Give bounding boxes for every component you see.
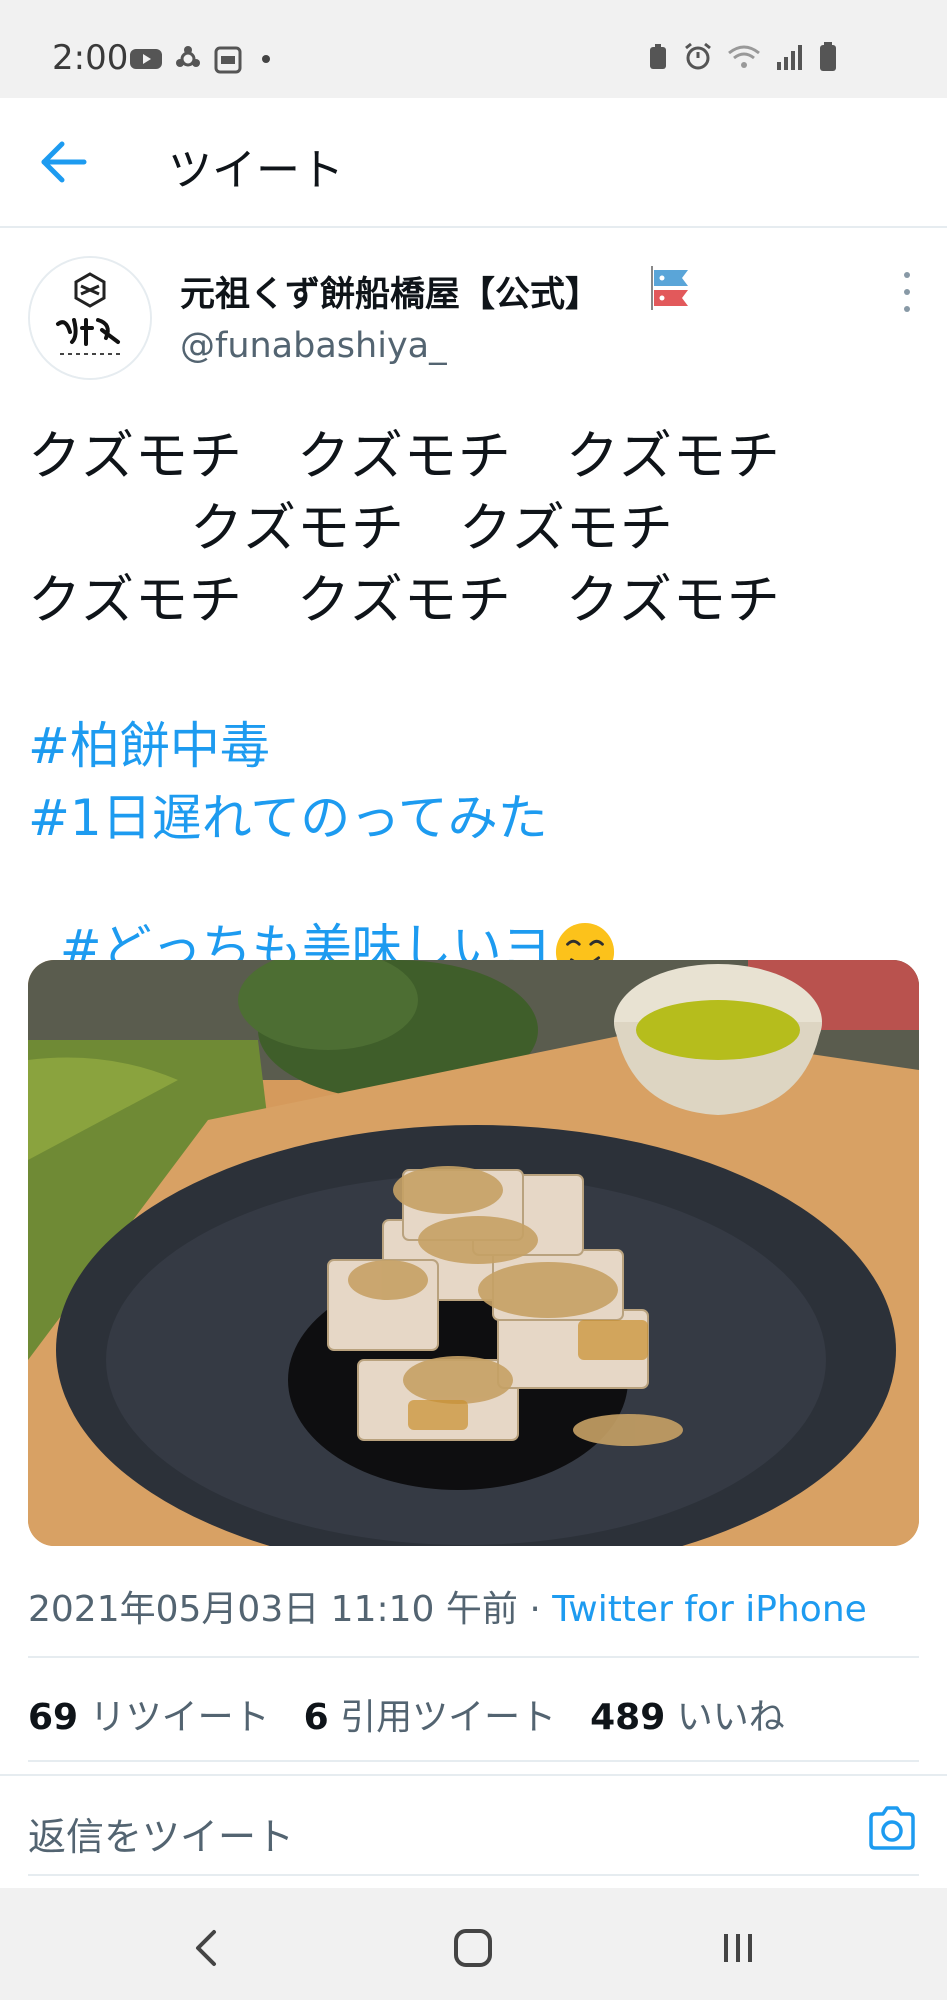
tweet-meta: 2021年05月03日 11:10 午前 · Twitter for iPhon… [28, 1580, 867, 1632]
retweets-count: 69 [28, 1697, 79, 1738]
meta-separator: · [517, 1589, 553, 1630]
quote-tweets-label: 引用ツイート [340, 1697, 557, 1738]
tweet-header: ツイート [0, 98, 947, 228]
youtube-icon [130, 49, 162, 69]
hashtag-link[interactable]: #1日遅れてのってみた [28, 778, 548, 850]
status-bar: 2:00 [0, 0, 947, 98]
tweet-source-link[interactable]: Twitter for iPhone [552, 1589, 867, 1630]
retweets-label: リツイート [89, 1697, 270, 1738]
wifi-icon [728, 45, 760, 68]
tweet-text-line: クズモチ クズモチ クズモチ [28, 426, 781, 487]
koinobori-flag-icon [651, 266, 688, 310]
alarm-icon [685, 42, 711, 70]
tweet-timestamp[interactable]: 2021年05月03日 11:10 午前 [28, 1589, 518, 1630]
divider [28, 1874, 919, 1876]
nav-back-icon[interactable] [178, 1918, 238, 1978]
reply-bar: 返信をツイート [0, 1774, 947, 1888]
flower-app-icon [176, 46, 200, 67]
author-handle[interactable]: @funabashiya_ [180, 326, 447, 366]
likes-count: 489 [590, 1697, 666, 1738]
system-nav-bar [0, 1888, 947, 2000]
likes-stat[interactable]: 489 いいね [590, 1688, 785, 1740]
divider [28, 1656, 919, 1658]
pay-app-icon [214, 46, 242, 74]
arrow-left-icon[interactable] [38, 138, 90, 186]
more-notifications-dot [262, 55, 270, 63]
notification-icons [130, 44, 270, 74]
camera-icon[interactable] [867, 1804, 917, 1852]
battery-saver-icon [650, 44, 666, 69]
status-time: 2:00 [52, 38, 129, 78]
tweet-text-line: クズモチ クズモチ [28, 498, 674, 559]
nav-home-icon[interactable] [443, 1918, 503, 1978]
hashtag-link[interactable]: #柏餅中毒 [28, 706, 270, 778]
retweets-stat[interactable]: 69 リツイート [28, 1688, 270, 1740]
avatar[interactable] [28, 256, 152, 380]
kuzumochi-photo [28, 960, 919, 1546]
divider [28, 1760, 919, 1762]
tweet-text-line: クズモチ クズモチ クズモチ [28, 570, 781, 631]
nav-recents-icon[interactable] [708, 1918, 768, 1978]
tweet-photo[interactable] [28, 960, 919, 1546]
quote-tweets-count: 6 [303, 1697, 329, 1738]
battery-icon [820, 42, 836, 71]
tweet-stats: 69 リツイート 6 引用ツイート 489 いいね [28, 1688, 785, 1740]
more-vertical-icon[interactable] [895, 272, 919, 312]
likes-label: いいね [676, 1697, 785, 1738]
funabashiya-logo [30, 258, 150, 378]
reply-input[interactable]: 返信をツイート [28, 1806, 294, 1861]
quote-tweets-stat[interactable]: 6 引用ツイート [304, 1688, 557, 1740]
system-icons [647, 42, 837, 72]
author-display-name[interactable]: 元祖くず餅船橋屋【公式】 [180, 266, 600, 317]
page-title: ツイート [168, 145, 344, 196]
signal-icon [777, 45, 802, 70]
